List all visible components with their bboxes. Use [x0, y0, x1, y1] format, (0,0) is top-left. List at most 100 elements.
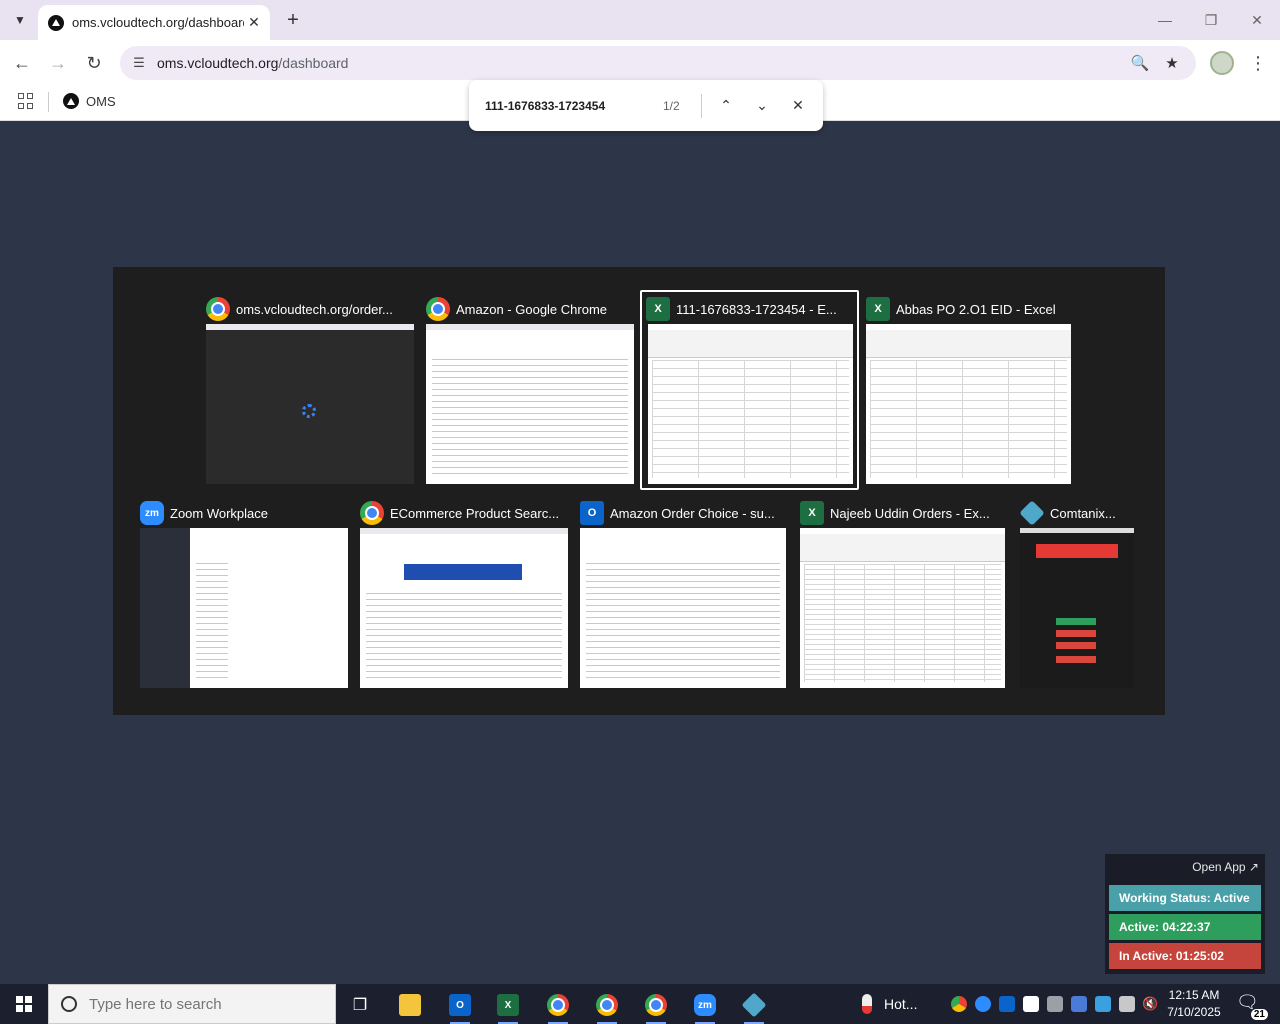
forward-button[interactable]: →: [44, 49, 72, 77]
find-match-count: 1/2: [663, 98, 680, 113]
chrome-icon: [206, 297, 230, 321]
reload-button[interactable]: ↻: [80, 49, 108, 77]
zoom-icon: zm: [694, 994, 716, 1016]
new-tab-button[interactable]: +: [281, 8, 305, 32]
window-header: X 111-1676833-1723454 - E...: [646, 294, 837, 324]
volume-muted-icon[interactable]: 🔇: [1142, 996, 1158, 1012]
window-header: Comtanix...: [1019, 498, 1116, 528]
window-title: Najeeb Uddin Orders - Ex...: [830, 505, 990, 521]
window-thumbnail: [648, 324, 853, 484]
thumb-banner: [404, 564, 522, 580]
taskbar-excel[interactable]: X: [488, 988, 528, 1024]
window-title: Zoom Workplace: [170, 505, 269, 521]
chrome-icon: [645, 994, 667, 1016]
start-button[interactable]: [0, 984, 48, 1024]
taskbar-zoom[interactable]: zm: [685, 988, 725, 1024]
task-view-icon: ❐: [352, 997, 368, 1014]
switcher-window-amazon[interactable]: Amazon - Google Chrome: [424, 292, 636, 486]
thumb-content-lines: [366, 588, 562, 680]
chevron-down-icon: ▼: [14, 13, 26, 27]
taskbar-chrome-1[interactable]: [538, 988, 578, 1024]
find-close-button[interactable]: ✕: [786, 94, 810, 118]
apps-grid-icon[interactable]: [18, 93, 34, 109]
minimize-button[interactable]: —: [1150, 8, 1180, 32]
thumb-spreadsheet-grid: [652, 360, 849, 478]
switcher-window-excel-order[interactable]: X 111-1676833-1723454 - E...: [640, 290, 859, 490]
outlook-tray-icon[interactable]: [999, 996, 1015, 1012]
restore-button[interactable]: ❐: [1196, 8, 1226, 32]
tab-search-button[interactable]: ▼: [8, 8, 32, 32]
url-path: /dashboard: [278, 55, 349, 71]
thumb-browser-bar: [206, 324, 414, 330]
site-settings-icon[interactable]: ☰: [124, 48, 154, 78]
taskbar-file-explorer[interactable]: [390, 988, 430, 1022]
taskbar-comtanix[interactable]: [734, 988, 774, 1024]
close-icon[interactable]: ✕: [244, 13, 264, 33]
profile-avatar[interactable]: [1210, 51, 1234, 75]
thumb-ribbon: [800, 534, 1005, 562]
weather-widget[interactable]: Hot...: [862, 984, 917, 1024]
network-tray-icon[interactable]: [1095, 996, 1111, 1012]
window-title: Amazon - Google Chrome: [456, 301, 608, 317]
excel-icon: X: [800, 501, 824, 525]
thumb-button: [1056, 656, 1096, 663]
comtanix-icon: [741, 992, 767, 1018]
notification-center-button[interactable]: 🗨 21: [1236, 992, 1268, 1020]
open-app-link[interactable]: Open App ↗: [1192, 860, 1259, 874]
menu-kebab-icon[interactable]: ⋮: [1248, 49, 1268, 77]
arrow-right-icon: →: [49, 52, 67, 73]
system-clock[interactable]: 12:15 AM 7/10/2025: [1162, 987, 1226, 1021]
task-view-button[interactable]: ❐: [340, 988, 380, 1022]
taskbar-chrome-3[interactable]: [636, 988, 676, 1024]
notification-count: 21: [1250, 1009, 1268, 1020]
back-button[interactable]: ←: [8, 49, 36, 77]
thumb-alert-banner: [1036, 544, 1118, 558]
working-status-badge: Working Status: Active: [1109, 885, 1261, 911]
chevron-down-icon: ⌄: [756, 97, 768, 113]
switcher-window-ecommerce[interactable]: ECommerce Product Searc...: [358, 498, 570, 690]
app-tray-icon[interactable]: [1071, 996, 1087, 1012]
taskbar-outlook[interactable]: O: [440, 988, 480, 1024]
window-header: zm Zoom Workplace: [140, 498, 268, 528]
address-bar[interactable]: ☰ oms.vcloudtech.org/dashboard 🔍 ★: [120, 46, 1196, 80]
switcher-window-outlook[interactable]: O Amazon Order Choice - su...: [578, 498, 790, 690]
find-previous-button[interactable]: ⌃: [714, 94, 738, 118]
taskbar-chrome-2[interactable]: [587, 988, 627, 1024]
window-thumbnail: [866, 324, 1071, 484]
minimize-icon: —: [1158, 12, 1172, 28]
switcher-window-oms[interactable]: oms.vcloudtech.org/order...: [204, 292, 416, 486]
window-header: oms.vcloudtech.org/order...: [206, 294, 393, 324]
taskbar-search[interactable]: [48, 984, 336, 1024]
tab-dashboard[interactable]: oms.vcloudtech.org/dashboard ✕: [38, 5, 270, 40]
find-in-page-icon[interactable]: 🔍: [1128, 51, 1152, 75]
task-switcher: oms.vcloudtech.org/order... Amazon - Goo…: [113, 267, 1165, 715]
zoom-tray-icon[interactable]: [975, 996, 991, 1012]
thumb-spreadsheet-grid: [804, 564, 1001, 682]
shield-tray-icon[interactable]: [1023, 996, 1039, 1012]
chrome-icon: [547, 994, 569, 1016]
oms-favicon-icon: [48, 14, 64, 31]
bookmark-oms[interactable]: OMS: [63, 91, 116, 111]
window-close-button[interactable]: ✕: [1242, 8, 1272, 32]
switcher-window-comtanix[interactable]: Comtanix...: [1018, 498, 1138, 690]
bookmark-star-icon[interactable]: ★: [1160, 51, 1184, 75]
plus-icon: +: [287, 8, 299, 31]
url-text[interactable]: oms.vcloudtech.org/dashboard: [157, 55, 348, 71]
find-input[interactable]: [485, 98, 653, 113]
vpn-tray-icon[interactable]: [1047, 996, 1063, 1012]
chrome-tray-icon[interactable]: [951, 996, 967, 1012]
window-thumbnail: [206, 324, 414, 484]
window-header: O Amazon Order Choice - su...: [580, 498, 775, 528]
switcher-window-abbas-po[interactable]: X Abbas PO 2.O1 EID - Excel: [864, 292, 1074, 486]
close-icon: ✕: [1251, 11, 1263, 28]
find-separator: [701, 93, 702, 118]
search-input[interactable]: [89, 995, 329, 1013]
find-next-button[interactable]: ⌄: [750, 94, 774, 118]
windows-logo-icon: [16, 996, 32, 1012]
switcher-window-zoom[interactable]: zm Zoom Workplace: [138, 498, 350, 690]
display-tray-icon[interactable]: [1119, 996, 1135, 1012]
window-thumbnail: [140, 528, 348, 688]
switcher-window-najeeb-orders[interactable]: X Najeeb Uddin Orders - Ex...: [798, 498, 1008, 690]
thumb-button: [1056, 630, 1096, 637]
chevron-up-icon: ⌃: [720, 97, 732, 113]
